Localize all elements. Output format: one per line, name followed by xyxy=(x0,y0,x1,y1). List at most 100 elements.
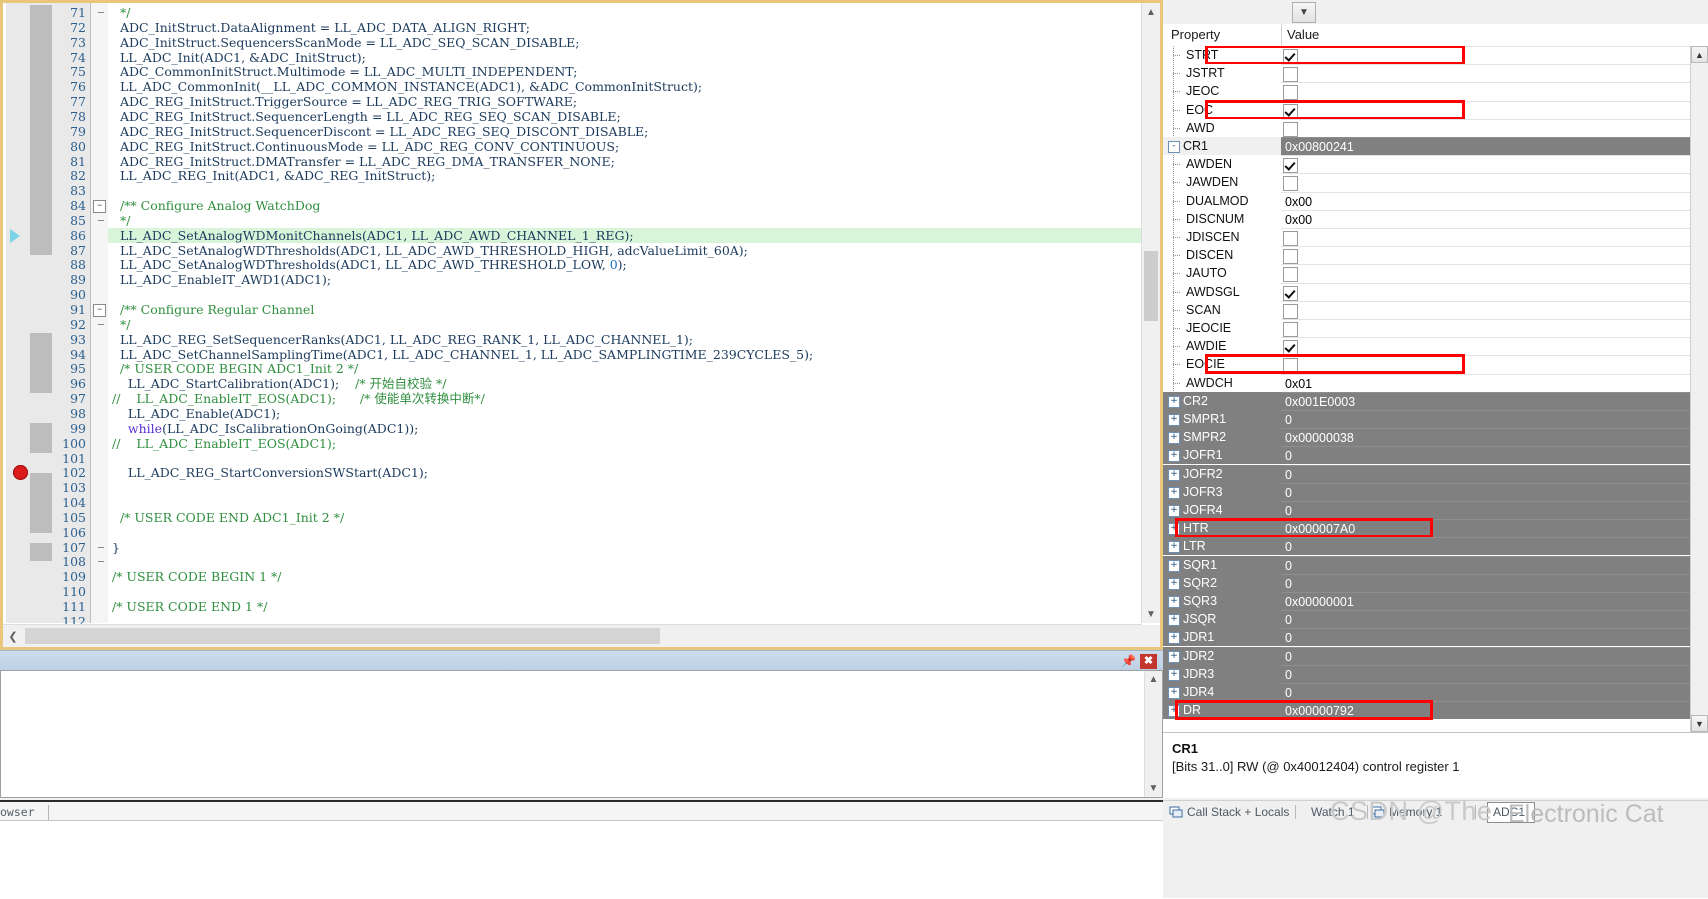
register-row[interactable]: + JOFR2 0 xyxy=(1163,464,1708,483)
bitfield-row[interactable]: DISCEN xyxy=(1163,246,1708,265)
vertical-scroll-thumb[interactable] xyxy=(1144,251,1158,321)
row-value-cell[interactable]: 0x01 xyxy=(1281,373,1708,392)
row-value-cell[interactable] xyxy=(1281,264,1708,283)
code-line[interactable]: ADC_REG_InitStruct.TriggerSource = LL_AD… xyxy=(112,94,577,109)
register-vertical-scrollbar[interactable]: ▲ ▼ xyxy=(1690,46,1708,732)
checkbox-unchecked[interactable] xyxy=(1283,67,1298,83)
row-value-cell[interactable] xyxy=(1281,82,1708,101)
tree-collapse-icon[interactable]: - xyxy=(1168,141,1180,153)
pin-icon[interactable]: 📌 xyxy=(1121,654,1136,668)
tree-expand-icon[interactable]: + xyxy=(1168,650,1180,663)
register-row[interactable]: + JOFR4 0 xyxy=(1163,501,1708,519)
code-line[interactable]: LL_ADC_SetAnalogWDMonitChannels(ADC1, LL… xyxy=(112,228,634,243)
left-status-tab-label[interactable]: owser xyxy=(0,804,35,821)
row-value-cell[interactable]: 0 xyxy=(1281,628,1708,647)
row-value-cell[interactable]: 0 xyxy=(1281,610,1708,629)
register-row[interactable]: + JOFR3 0 xyxy=(1163,482,1708,501)
row-value-cell[interactable]: 0 xyxy=(1281,446,1708,465)
code-line[interactable]: */ xyxy=(112,213,130,228)
row-value-cell[interactable]: 0 xyxy=(1281,410,1708,428)
register-row[interactable]: + JDR2 0 xyxy=(1163,646,1708,665)
scroll-left-icon[interactable]: ❮ xyxy=(3,625,23,647)
code-line[interactable]: ADC_REG_InitStruct.ContinuousMode = LL_A… xyxy=(112,139,619,154)
row-value-cell[interactable] xyxy=(1281,100,1708,119)
output-scroll-down-icon[interactable]: ▼ xyxy=(1145,780,1162,797)
tree-expand-icon[interactable]: + xyxy=(1168,632,1180,645)
register-row[interactable]: + JSQR 0 xyxy=(1163,610,1708,629)
chevron-down-icon[interactable]: ▼ xyxy=(1292,2,1316,23)
checkbox-checked[interactable] xyxy=(1283,158,1298,174)
code-line[interactable]: while(LL_ADC_IsCalibrationOnGoing(ADC1))… xyxy=(112,421,418,436)
bitfield-row[interactable]: JEOC xyxy=(1163,82,1708,101)
bitfield-row[interactable]: EOC xyxy=(1163,100,1708,119)
row-value-cell[interactable] xyxy=(1281,155,1708,174)
tree-expand-icon[interactable]: + xyxy=(1168,432,1180,445)
code-line[interactable]: LL_ADC_Enable(ADC1); xyxy=(112,406,280,421)
tree-expand-icon[interactable]: + xyxy=(1168,559,1180,572)
breakpoint-marker[interactable] xyxy=(13,465,28,481)
code-line[interactable]: /* USER CODE END 1 */ xyxy=(112,599,267,614)
register-row[interactable]: + HTR 0x000007A0 xyxy=(1163,519,1708,538)
column-divider[interactable] xyxy=(1281,24,1282,46)
row-value-cell[interactable]: 0 xyxy=(1281,501,1708,519)
tree-expand-icon[interactable]: + xyxy=(1168,468,1180,481)
tree-expand-icon[interactable]: + xyxy=(1168,523,1180,536)
code-line[interactable]: LL_ADC_StartCalibration(ADC1); /* 开始自校验 … xyxy=(112,376,447,391)
tree-expand-icon[interactable]: + xyxy=(1168,705,1180,718)
code-line[interactable]: LL_ADC_REG_SetSequencerRanks(ADC1, LL_AD… xyxy=(112,332,693,347)
checkbox-unchecked[interactable] xyxy=(1283,231,1298,246)
register-scroll-up-icon[interactable]: ▲ xyxy=(1691,46,1708,63)
editor-vertical-scrollbar[interactable]: ▲ ▼ xyxy=(1141,3,1160,623)
bitfield-row[interactable]: JDISCEN xyxy=(1163,228,1708,246)
checkbox-unchecked[interactable] xyxy=(1283,303,1298,319)
row-value-cell[interactable] xyxy=(1281,228,1708,246)
row-value-cell[interactable]: 0 xyxy=(1281,683,1708,701)
code-line[interactable]: */ xyxy=(112,5,130,20)
row-value-cell[interactable] xyxy=(1281,64,1708,83)
row-value-cell[interactable] xyxy=(1281,282,1708,301)
register-row[interactable]: + JDR3 0 xyxy=(1163,664,1708,683)
code-line[interactable]: LL_ADC_SetChannelSamplingTime(ADC1, LL_A… xyxy=(112,347,813,362)
row-value-cell[interactable]: 0 xyxy=(1281,464,1708,483)
code-line[interactable]: ADC_InitStruct.SequencersScanMode = LL_A… xyxy=(112,35,580,50)
register-row[interactable]: - CR1 0x00800241 xyxy=(1163,137,1708,155)
checkbox-checked[interactable] xyxy=(1283,285,1298,301)
checkbox-unchecked[interactable] xyxy=(1283,322,1298,337)
tree-expand-icon[interactable]: + xyxy=(1168,395,1180,408)
output-vertical-scrollbar[interactable]: ▲ ▼ xyxy=(1144,671,1162,797)
code-line[interactable]: // LL_ADC_EnableIT_EOS(ADC1); xyxy=(112,436,336,451)
row-value-cell[interactable]: 0x00000001 xyxy=(1281,592,1708,610)
code-line[interactable]: // LL_ADC_EnableIT_EOS(ADC1); /* 使能单次转换中… xyxy=(112,391,485,406)
code-line[interactable]: LL_ADC_SetAnalogWDThresholds(ADC1, LL_AD… xyxy=(112,257,627,272)
fold-collapse-icon[interactable]: − xyxy=(93,200,106,214)
tree-expand-icon[interactable]: + xyxy=(1168,596,1180,608)
row-value-cell[interactable] xyxy=(1281,319,1708,337)
bitfield-row[interactable]: DISCNUM 0x00 xyxy=(1163,209,1708,228)
row-value-cell[interactable]: 0x00800241 xyxy=(1281,137,1708,155)
register-row[interactable]: + JDR1 0 xyxy=(1163,628,1708,647)
row-value-cell[interactable]: 0 xyxy=(1281,555,1708,574)
row-value-cell[interactable]: 0 xyxy=(1281,537,1708,556)
row-value-cell[interactable] xyxy=(1281,118,1708,137)
register-row[interactable]: + JDR4 0 xyxy=(1163,683,1708,701)
bitfield-row[interactable]: AWDIE xyxy=(1163,337,1708,356)
register-row[interactable]: + SQR2 0 xyxy=(1163,573,1708,592)
tree-expand-icon[interactable]: + xyxy=(1168,614,1180,627)
code-line[interactable]: LL_ADC_REG_StartConversionSWStart(ADC1); xyxy=(112,465,428,480)
row-value-cell[interactable]: 0 xyxy=(1281,646,1708,665)
code-line[interactable]: */ xyxy=(112,317,130,332)
row-value-cell[interactable]: 0x00000792 xyxy=(1281,701,1708,720)
checkbox-unchecked[interactable] xyxy=(1283,85,1298,101)
bitfield-row[interactable]: STRT xyxy=(1163,46,1708,64)
bitfield-row[interactable]: JSTRT xyxy=(1163,64,1708,83)
tree-expand-icon[interactable]: + xyxy=(1168,414,1180,426)
code-line[interactable]: LL_ADC_CommonInit(__LL_ADC_COMMON_INSTAN… xyxy=(112,79,702,94)
source-code-editor[interactable]: 71 72 73 74 75 76 77 78 79 80 81 82 83 84 85 86 87 88 89 90… xyxy=(0,0,1163,650)
row-value-cell[interactable] xyxy=(1281,355,1708,374)
scroll-up-icon[interactable]: ▲ xyxy=(1142,3,1160,21)
bitfield-row[interactable]: AWD xyxy=(1163,118,1708,137)
bitfield-row[interactable]: AWDSGL xyxy=(1163,282,1708,301)
checkbox-unchecked[interactable] xyxy=(1283,267,1298,283)
checkbox-unchecked[interactable] xyxy=(1283,249,1298,265)
checkbox-checked[interactable] xyxy=(1283,340,1298,356)
